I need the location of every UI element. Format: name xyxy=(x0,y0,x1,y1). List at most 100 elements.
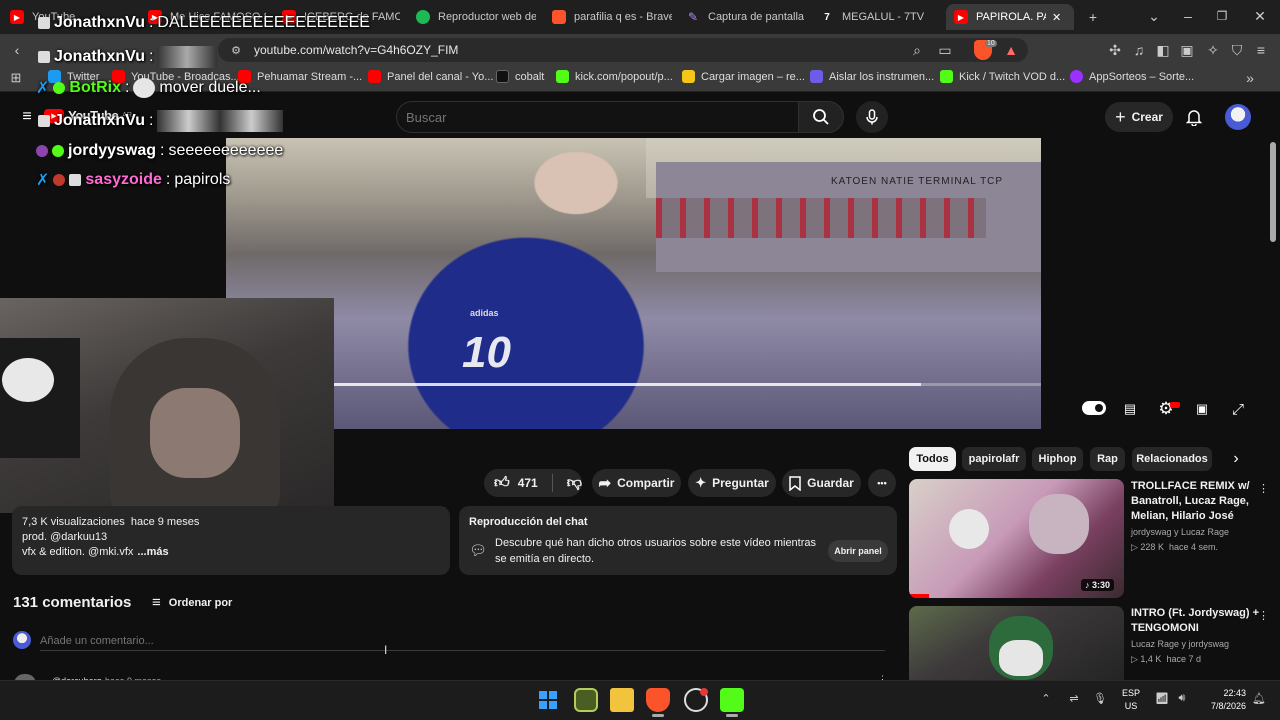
tab-spotify[interactable]: Reproductor web de xyxy=(416,4,536,30)
media-icon[interactable]: ♫ xyxy=(1130,41,1148,59)
pen-favicon-icon: ✎ xyxy=(687,10,699,24)
language-indicator[interactable]: ESP US xyxy=(1120,687,1142,713)
wifi-icon[interactable]: 📶︎ xyxy=(1154,690,1170,706)
search-button[interactable] xyxy=(798,101,844,133)
recommendation-thumbnail[interactable]: ♪ 3:30 xyxy=(909,479,1124,598)
recommendation-meta: ▷ 228 K hace 4 sem. xyxy=(1131,542,1218,552)
thumbs-down-icon[interactable]: 👎︎ xyxy=(567,474,582,492)
tab-list-icon[interactable]: ⌄ xyxy=(1144,6,1164,26)
image-upload-icon xyxy=(682,70,695,83)
more-actions-button[interactable]: ••• xyxy=(868,469,896,497)
sidebar-icon[interactable]: ◧ xyxy=(1154,41,1172,59)
recommendation-thumbnail[interactable] xyxy=(909,606,1124,680)
save-button[interactable]: Guardar xyxy=(782,469,861,497)
chat-username: jordyyswag xyxy=(68,142,157,159)
add-comment-input[interactable] xyxy=(40,631,885,651)
chip-all[interactable]: Todos xyxy=(909,447,956,471)
share-button[interactable]: ➦ Compartir xyxy=(592,469,681,497)
captions-icon[interactable]: ▤ xyxy=(1120,400,1140,418)
video-player[interactable]: KATOEN NATIE TERMINAL TCP adidas 10 ▤ ⚙ … xyxy=(226,138,1041,429)
apps-grid-icon[interactable]: ⊞ xyxy=(8,70,24,86)
stream-chat-message: JonathxnVu: xyxy=(38,46,218,68)
tab-brave-search[interactable]: parafilia q es - Brave xyxy=(552,4,672,30)
avatar[interactable] xyxy=(1225,104,1251,130)
gallery-app-icon[interactable] xyxy=(574,688,598,712)
recommendation-title[interactable]: TROLLFACE REMIX w/ Banatroll, Lucaz Rage… xyxy=(1131,479,1267,524)
tab-title: Reproductor web de xyxy=(438,11,536,23)
like-button[interactable]: 👍︎ 471 xyxy=(494,474,538,492)
notifications-button[interactable] xyxy=(1184,107,1204,127)
start-button[interactable] xyxy=(536,688,560,712)
brave-browser-icon[interactable] xyxy=(646,688,670,712)
show-more-link[interactable]: ...más xyxy=(137,546,168,558)
chat-replay-text: Descubre qué han dicho otros usuarios so… xyxy=(495,537,817,565)
chip-related[interactable]: Relacionados xyxy=(1132,447,1212,471)
url-text[interactable]: youtube.com/watch?v=G4h6OZY_FIM xyxy=(254,43,458,57)
bookmark-cobalt[interactable]: cobalt xyxy=(496,70,544,83)
vocal-remover-icon xyxy=(810,70,823,83)
site-info-icon[interactable]: ⚙ xyxy=(228,42,244,58)
chips-next-icon[interactable]: › xyxy=(1226,449,1246,469)
guide-menu-icon[interactable]: ≡ xyxy=(18,108,36,126)
close-tab-icon[interactable]: ✕ xyxy=(1052,11,1061,24)
leo-ai-icon[interactable]: ✧ xyxy=(1204,41,1222,59)
kick-app-icon[interactable] xyxy=(720,688,744,712)
fullscreen-button-icon[interactable]: ⤢ xyxy=(1228,399,1248,419)
voice-search-button[interactable] xyxy=(856,101,888,133)
recommendation-menu-icon[interactable]: ⋮ xyxy=(1258,482,1269,495)
new-tab-icon[interactable]: + xyxy=(1084,8,1102,26)
tab-papirola-active[interactable]: ▶ PAPIROLA. PA ✕ xyxy=(946,4,1074,30)
video-progress-bar[interactable] xyxy=(334,383,1041,386)
bookmark-appsorteos[interactable]: AppSorteos – Sorte... xyxy=(1070,70,1194,83)
recommendation-title[interactable]: INTRO (Ft. Jordyswag) + TENGOMONI xyxy=(1131,606,1267,636)
create-button[interactable]: + Crear xyxy=(1105,102,1173,132)
chat-badge-icon xyxy=(69,174,82,186)
brave-rewards-icon[interactable]: ▲ xyxy=(1002,41,1020,59)
zoom-search-icon[interactable]: ⌕ xyxy=(908,41,926,59)
chip-rap[interactable]: Rap xyxy=(1090,447,1125,471)
sort-comments-button[interactable]: ≡ Ordenar por xyxy=(152,594,232,611)
recommendation-channel[interactable]: jordyswag y Lucaz Rage xyxy=(1131,527,1229,537)
chip-hiphop[interactable]: Hiphop xyxy=(1032,447,1083,471)
volume-icon[interactable]: 🔊︎ xyxy=(1174,690,1190,706)
tray-network-device-icon[interactable]: ⇌ xyxy=(1066,690,1082,706)
tab-title: Captura de pantalla xyxy=(708,11,805,23)
wallet-icon[interactable]: ▣ xyxy=(1178,41,1196,59)
bookmark-panel-canal[interactable]: Panel del canal - Yo... xyxy=(368,70,493,83)
scrollbar-thumb[interactable] xyxy=(1270,142,1276,242)
vpn-icon[interactable]: ⛉ xyxy=(1228,41,1246,59)
minimize-icon[interactable]: – xyxy=(1178,6,1198,26)
close-window-icon[interactable]: ✕ xyxy=(1250,6,1270,26)
notification-center-icon[interactable]: 🔔︎ xyxy=(1252,690,1266,706)
bookmark-kick-popout[interactable]: kick.com/popout/p... xyxy=(556,70,673,83)
microphone-icon xyxy=(866,109,878,125)
search-input[interactable] xyxy=(406,106,786,128)
recommendation-meta: ▷ 1,4 K hace 7 d xyxy=(1131,654,1201,664)
cast-icon[interactable]: ▭ xyxy=(936,41,954,59)
back-icon[interactable]: ‹ xyxy=(8,41,26,59)
clock-date: 7/8/2026 xyxy=(1210,701,1246,711)
open-panel-button[interactable]: Abrir panel xyxy=(828,540,888,562)
kick-icon xyxy=(940,70,953,83)
recommendation-menu-icon[interactable]: ⋮ xyxy=(1258,609,1269,622)
recommendation-channel[interactable]: Lucaz Rage y jordyswag xyxy=(1131,639,1229,649)
chip-papirolafr[interactable]: papirolafr xyxy=(962,447,1026,471)
save-label: Guardar xyxy=(807,476,854,490)
tab-captura[interactable]: ✎ Captura de pantalla xyxy=(686,4,806,30)
microphone-tray-icon[interactable]: 🎙︎ xyxy=(1092,690,1108,706)
maximize-icon[interactable]: ❐ xyxy=(1212,6,1232,26)
bookmark-kick-twitch-vod[interactable]: Kick / Twitch VOD d... xyxy=(940,70,1065,83)
miniplayer-icon[interactable]: ▣ xyxy=(1192,400,1212,418)
autoplay-toggle-page[interactable] xyxy=(1082,400,1106,416)
clock[interactable]: 22:43 7/8/2026 xyxy=(1198,687,1246,713)
bookmark-aislar[interactable]: Aislar los instrumen... xyxy=(810,70,934,83)
menu-icon[interactable]: ≡ xyxy=(1252,41,1270,59)
more-bookmarks-icon[interactable]: » xyxy=(1242,70,1258,86)
tab-7tv[interactable]: 7 MEGALUL - 7TV xyxy=(820,4,938,30)
bookmark-cargar-imagen[interactable]: Cargar imagen – re... xyxy=(682,70,805,83)
tray-overflow-icon[interactable]: ⌃ xyxy=(1038,690,1054,706)
file-explorer-icon[interactable] xyxy=(610,688,634,712)
bookmark-label: AppSorteos – Sorte... xyxy=(1089,70,1195,83)
ask-button[interactable]: ✦ Preguntar xyxy=(688,469,776,497)
extensions-icon[interactable]: ✣ xyxy=(1106,41,1124,59)
